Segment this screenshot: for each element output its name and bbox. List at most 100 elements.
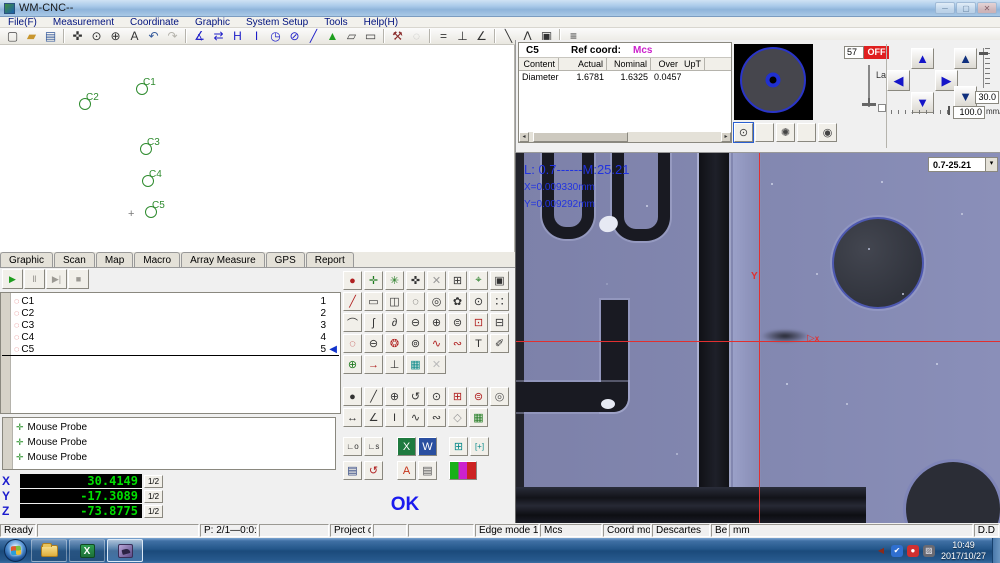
ellipse-dashed-icon[interactable]: ◌ <box>343 334 362 353</box>
calculator-green-icon[interactable]: ▦ <box>469 408 488 427</box>
close-button[interactable]: ✕ <box>977 2 997 14</box>
circle-pins-icon[interactable]: ❂ <box>385 334 404 353</box>
ellipse-icon[interactable]: ⊜ <box>448 313 467 332</box>
excel-export-icon[interactable]: X <box>397 437 416 456</box>
tools-hammer-icon[interactable]: ⚒ <box>388 28 407 44</box>
list-item[interactable]: ✛ Mouse Probe <box>3 450 335 465</box>
scroll-left-icon[interactable]: ◂ <box>519 132 529 142</box>
separator[interactable] <box>63 29 65 43</box>
pick-probe-icon[interactable]: ✜ <box>406 271 425 290</box>
menu-item[interactable]: Graphic <box>187 17 238 28</box>
arc-arrow-icon[interactable]: ↺ <box>406 387 425 406</box>
rect-split-icon[interactable]: ◫ <box>385 292 404 311</box>
perpendicular-icon[interactable]: ⊥ <box>453 28 472 44</box>
menu-item[interactable]: Help(H) <box>356 17 406 28</box>
skew-cross-icon[interactable]: ✕ <box>427 271 446 290</box>
angle-tool-icon[interactable]: ∠ <box>364 408 383 427</box>
graphic-feature-point[interactable]: C2 <box>79 98 91 110</box>
blob-icon[interactable]: ∾ <box>448 334 467 353</box>
circle-dot-icon[interactable]: ⊙ <box>469 292 488 311</box>
rect-pins-icon[interactable]: ⊡ <box>469 313 488 332</box>
separator[interactable] <box>383 29 385 43</box>
save-icon[interactable]: ▤ <box>41 28 60 44</box>
word-export-icon[interactable]: W <box>418 437 437 456</box>
show-desktop-button[interactable] <box>992 538 1000 563</box>
rgb-color-icon[interactable] <box>449 461 477 480</box>
blank-light-button[interactable] <box>755 123 774 142</box>
line-tool-icon[interactable]: ╱ <box>343 292 362 311</box>
z-speed-input[interactable]: 30.0 <box>975 91 999 104</box>
taskbar-wmcnc-button[interactable] <box>107 539 143 562</box>
jog-left-button[interactable]: ◀ <box>887 70 910 91</box>
separator[interactable] <box>494 29 496 43</box>
rect-arrows-icon[interactable]: ⊟ <box>490 313 509 332</box>
spot-light-button[interactable]: ◉ <box>818 123 837 142</box>
jog-z-up-button[interactable]: ▲ <box>954 48 977 69</box>
menu-item[interactable]: System Setup <box>238 17 316 28</box>
tab[interactable]: Report <box>306 252 354 267</box>
half-button[interactable]: 1/2 <box>144 475 163 488</box>
stop-button[interactable]: ■ <box>68 269 89 289</box>
circle-target-icon[interactable]: ◎ <box>427 292 446 311</box>
graphic-canvas[interactable]: C1 C2 C3 C4 C5 <box>0 45 515 252</box>
chamfer-pencil-icon[interactable]: ✐ <box>490 334 509 353</box>
graphic-feature-point[interactable]: C3 <box>140 143 152 155</box>
undo-icon[interactable]: ↶ <box>144 28 163 44</box>
magnifier-probe-icon[interactable]: ⌖ <box>469 271 488 290</box>
ellipse-eye-icon[interactable]: ⊙ <box>427 387 446 406</box>
move-icon[interactable]: ✜ <box>68 28 87 44</box>
ellipse-pins-icon[interactable]: ⊜ <box>469 387 488 406</box>
jump-origin-icon[interactable]: ∟o <box>343 437 362 456</box>
point2-icon[interactable]: ● <box>343 387 362 406</box>
height-i-icon[interactable]: I <box>385 408 404 427</box>
plane-icon[interactable]: ◇ <box>448 408 467 427</box>
tab[interactable]: Macro <box>134 252 180 267</box>
update-icon[interactable]: ▨ <box>923 545 935 557</box>
crescent-icon[interactable]: ∂ <box>385 313 404 332</box>
z-speed-slider-handle[interactable] <box>979 52 988 55</box>
separator[interactable] <box>429 29 431 43</box>
blob2-icon[interactable]: ∾ <box>427 408 446 427</box>
graphic-feature-point[interactable]: C5 <box>145 206 157 218</box>
graphic-feature-point[interactable]: C1 <box>136 83 148 95</box>
star-probe-icon[interactable]: ✳ <box>385 271 404 290</box>
start-button[interactable] <box>4 539 27 562</box>
half-button[interactable]: 1/2 <box>144 490 163 503</box>
table-scrollbar[interactable]: ◂ ▸ <box>519 132 731 142</box>
arc-icon[interactable]: ⌒ <box>343 313 362 332</box>
list-item[interactable]: ◌ C5 5 <box>1 343 340 355</box>
redo-icon[interactable]: ↷ <box>163 28 182 44</box>
shield-icon[interactable]: ✔ <box>891 545 903 557</box>
height-t-icon[interactable]: T <box>469 334 488 353</box>
menu-item[interactable]: Tools <box>316 17 355 28</box>
list-item[interactable]: ✛ Mouse Probe <box>3 420 335 435</box>
ellipse-width-icon[interactable]: ⊖ <box>406 313 425 332</box>
rect-tool-icon[interactable]: ▭ <box>364 292 383 311</box>
width-arrow-icon[interactable]: ↔ <box>343 408 362 427</box>
circle-plus-icon[interactable]: ⊕ <box>385 387 404 406</box>
list-item[interactable]: ◌ C4 4 <box>1 331 340 343</box>
taskbar-explorer-button[interactable] <box>31 539 67 562</box>
arrow-up-icon[interactable]: ▲ <box>323 28 342 44</box>
tab[interactable]: Array Measure <box>181 252 265 267</box>
fit-view-icon[interactable]: ⊕ <box>106 28 125 44</box>
flame-a-icon[interactable]: A <box>397 461 416 480</box>
rect-probe-icon[interactable]: ⊞ <box>448 271 467 290</box>
segment-light-button[interactable]: ✺ <box>776 123 795 142</box>
menu-item[interactable]: Measurement <box>45 17 122 28</box>
zoom-range-dropdown[interactable]: 0.7-25.21 ▾ <box>928 157 998 172</box>
antivirus-icon[interactable]: ● <box>907 545 919 557</box>
column-header[interactable]: UpT <box>681 58 705 70</box>
graphic-feature-point[interactable]: C4 <box>142 175 154 187</box>
angle-measure-icon[interactable]: ∡ <box>190 28 209 44</box>
image-probe-icon[interactable]: ▣ <box>490 271 509 290</box>
half-button[interactable]: 1/2 <box>144 505 163 518</box>
translate-measure-icon[interactable]: ⇄ <box>209 28 228 44</box>
s-curve-icon[interactable]: ʃ <box>364 313 383 332</box>
save-report-icon[interactable]: ▤ <box>343 461 362 480</box>
volume-icon[interactable]: ◀ <box>875 545 887 557</box>
tab[interactable]: Scan <box>54 252 95 267</box>
menu-item[interactable]: Coordinate <box>122 17 187 28</box>
height-measure-icon[interactable]: I <box>247 28 266 44</box>
window-box-icon[interactable]: ▭ <box>361 28 380 44</box>
